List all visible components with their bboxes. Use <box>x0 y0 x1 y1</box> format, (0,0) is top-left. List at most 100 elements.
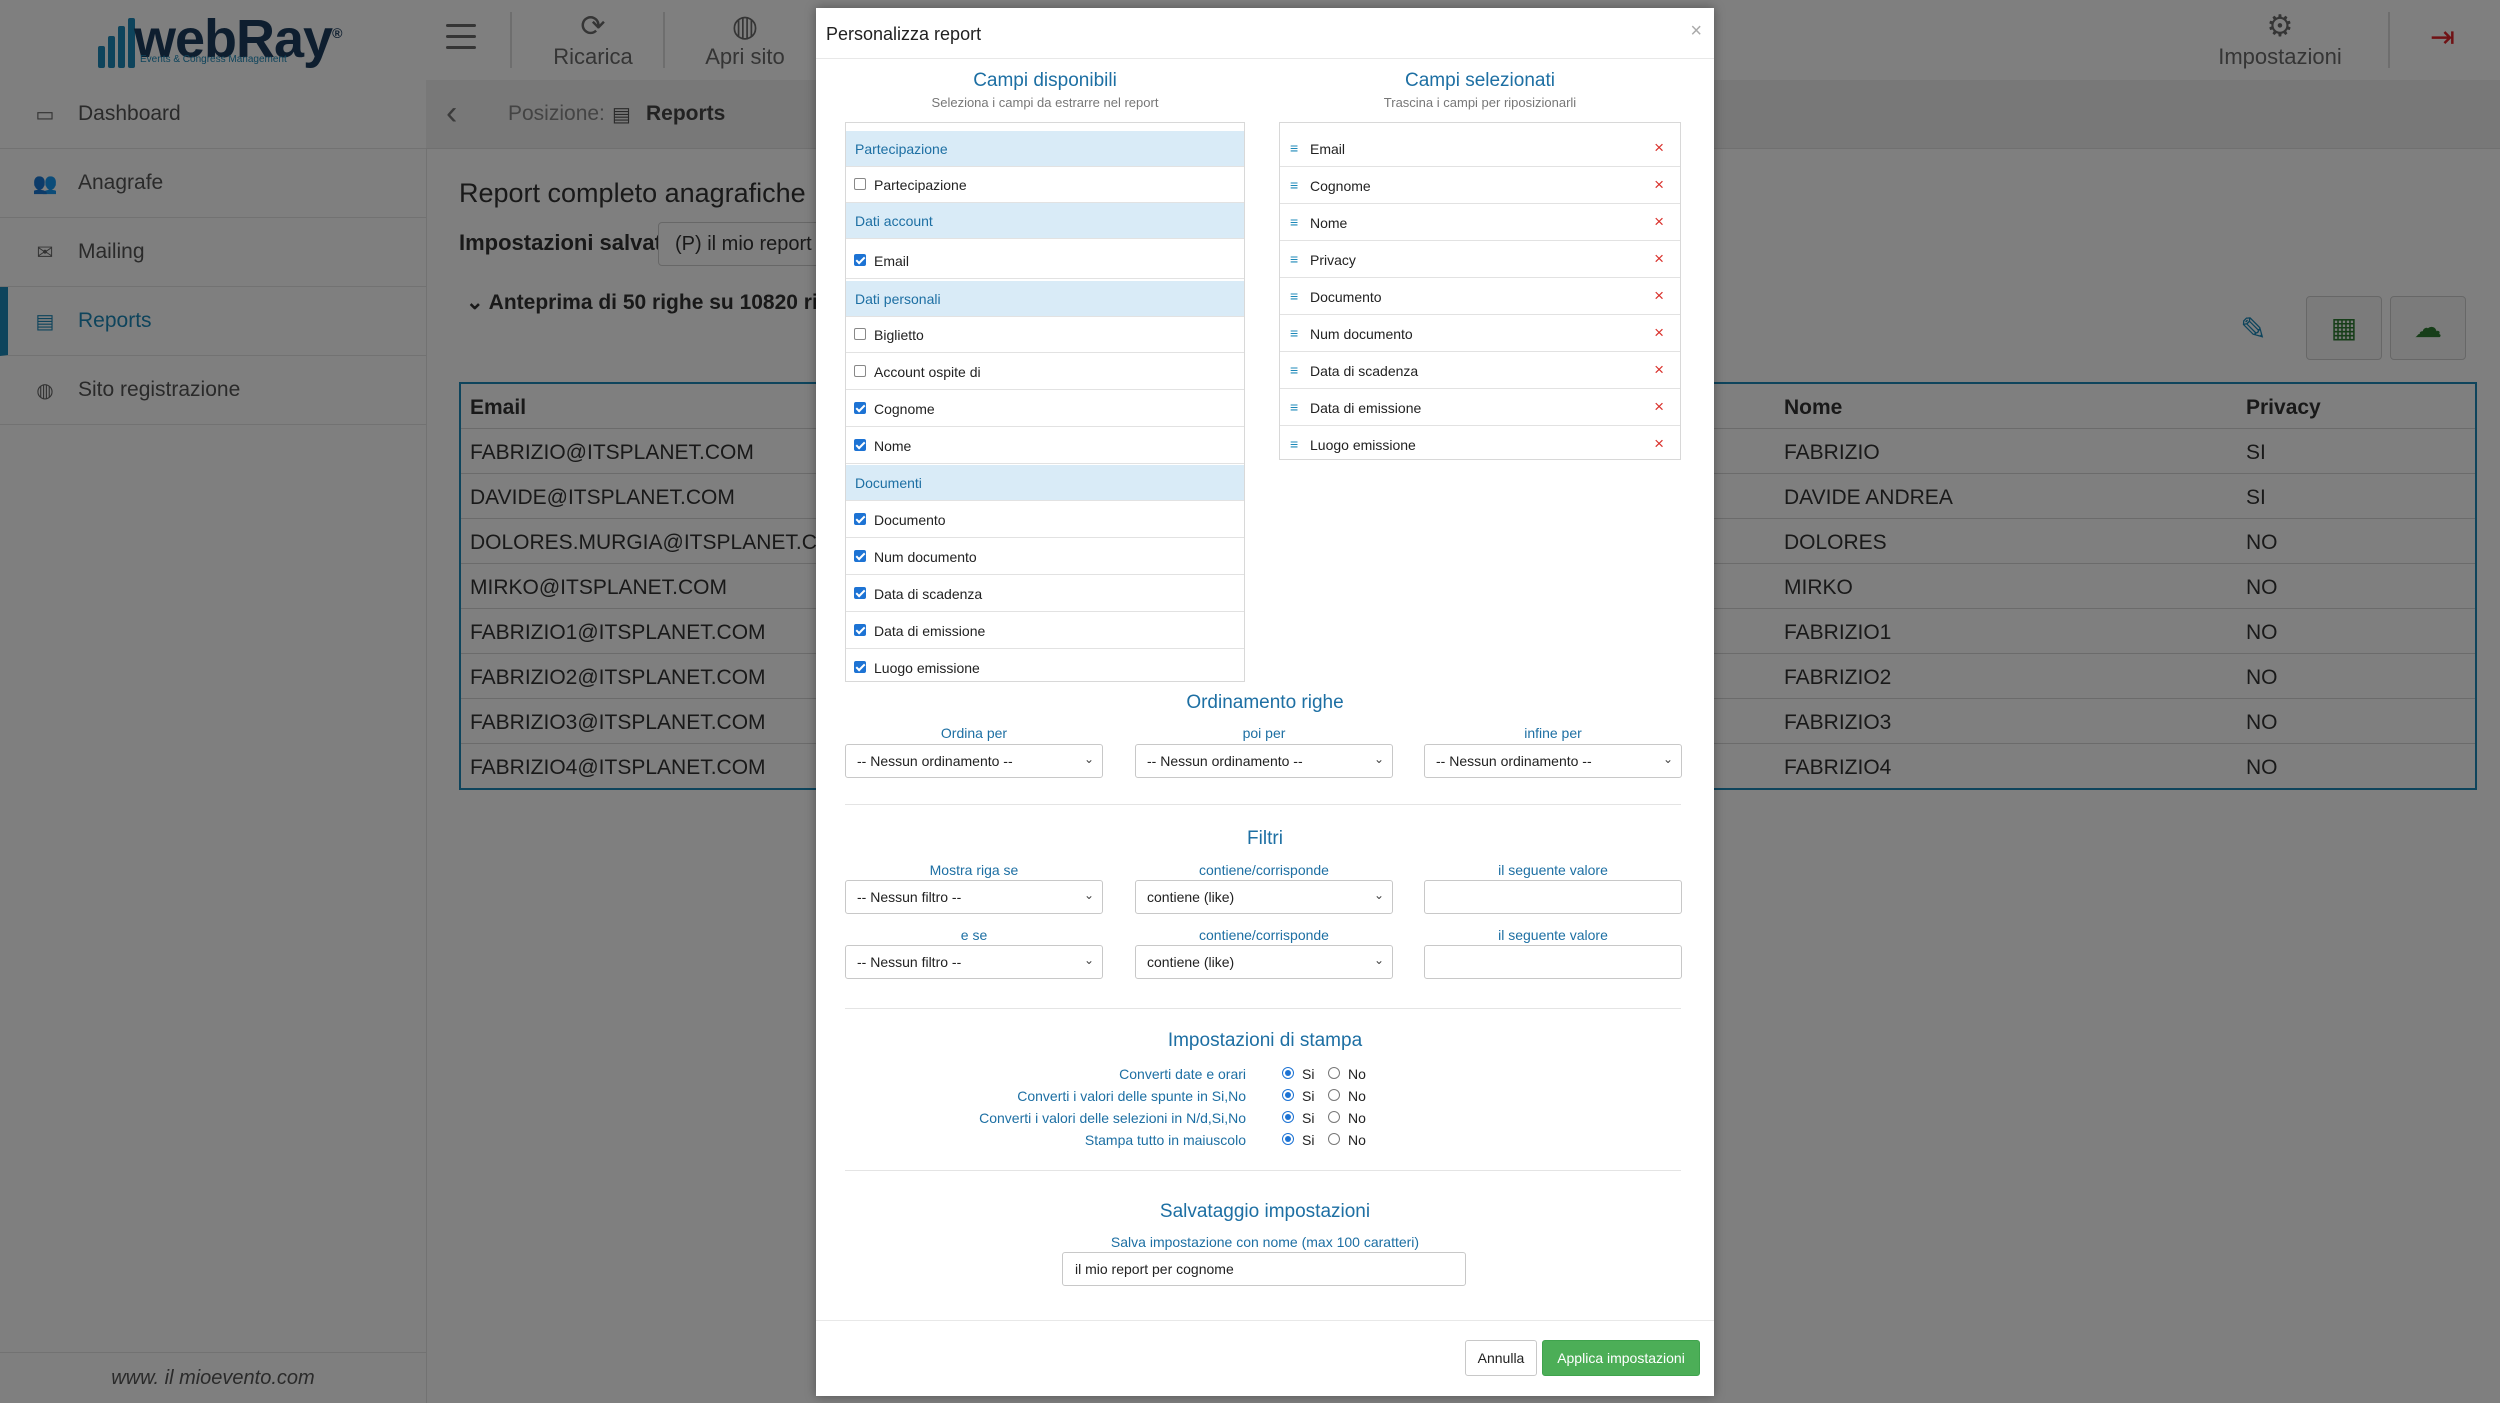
field-group-dati-account: Dati account <box>846 203 1244 239</box>
checkbox[interactable] <box>854 178 866 190</box>
filter-value-label: il seguente valore <box>1498 862 1608 878</box>
section-divider <box>845 804 1681 805</box>
radio-yes[interactable] <box>1282 1067 1294 1079</box>
save-name-input[interactable]: il mio report per cognome <box>1062 1252 1466 1286</box>
field-checkbox-nome[interactable]: Nome <box>846 428 1244 464</box>
drag-handle-icon[interactable]: ≡ <box>1290 214 1298 230</box>
section-divider <box>845 1170 1681 1171</box>
radio-yes[interactable] <box>1282 1111 1294 1123</box>
chevron-down-icon: ⌄ <box>1083 752 1094 766</box>
radio-no[interactable] <box>1328 1067 1340 1079</box>
chevron-down-icon: ⌄ <box>1662 752 1673 766</box>
remove-icon[interactable]: × <box>1654 138 1664 158</box>
radio-yes[interactable] <box>1282 1089 1294 1101</box>
field-checkbox-biglietto[interactable]: Biglietto <box>846 317 1244 353</box>
filter-field-select[interactable]: -- Nessun filtro -- ⌄ <box>845 945 1103 979</box>
chevron-down-icon: ⌄ <box>1373 888 1384 902</box>
order-by-select[interactable]: -- Nessun ordinamento -- ⌄ <box>845 744 1103 778</box>
drag-handle-icon[interactable]: ≡ <box>1290 399 1298 415</box>
remove-icon[interactable]: × <box>1654 249 1664 269</box>
print-option-dates: Converti date e orari Si No <box>1119 1066 1366 1082</box>
field-checkbox-partecipazione[interactable]: Partecipazione <box>846 167 1244 203</box>
filter-field-label: e se <box>960 927 988 943</box>
filter-field-select[interactable]: -- Nessun filtro -- ⌄ <box>845 880 1103 914</box>
checkbox[interactable] <box>854 402 866 414</box>
selected-field-item[interactable]: ≡ Luogo emissione × <box>1280 427 1680 463</box>
remove-icon[interactable]: × <box>1654 286 1664 306</box>
selected-field-item[interactable]: ≡ Cognome × <box>1280 168 1680 204</box>
field-checkbox-account-ospite[interactable]: Account ospite di <box>846 354 1244 390</box>
finally-by-select[interactable]: -- Nessun ordinamento -- ⌄ <box>1424 744 1682 778</box>
available-fields-list[interactable]: Partecipazione Partecipazione Dati accou… <box>845 122 1245 682</box>
apply-settings-button[interactable]: Applica impostazioni <box>1542 1340 1700 1376</box>
checkbox[interactable] <box>854 365 866 377</box>
checkbox[interactable] <box>854 328 866 340</box>
dialog-footer-divider <box>816 1320 1714 1321</box>
selected-fields-title: Campi selezionati <box>1405 70 1555 91</box>
available-fields-subtitle: Seleziona i campi da estrarre nel report <box>931 95 1159 110</box>
checkbox[interactable] <box>854 254 866 266</box>
field-group-dati-personali: Dati personali <box>846 281 1244 317</box>
print-option-selections: Converti i valori delle selezioni in N/d… <box>979 1110 1366 1126</box>
remove-icon[interactable]: × <box>1654 212 1664 232</box>
filter-value-input[interactable] <box>1424 880 1682 914</box>
then-by-label: poi per <box>1242 725 1286 741</box>
remove-icon[interactable]: × <box>1654 397 1664 417</box>
checkbox[interactable] <box>854 624 866 636</box>
filter-value-input[interactable] <box>1424 945 1682 979</box>
filter-operator-label: contiene/corrisponde <box>1199 862 1329 878</box>
field-checkbox-documento[interactable]: Documento <box>846 502 1244 538</box>
remove-icon[interactable]: × <box>1654 360 1664 380</box>
drag-handle-icon[interactable]: ≡ <box>1290 177 1298 193</box>
radio-yes[interactable] <box>1282 1133 1294 1145</box>
available-fields-title: Campi disponibili <box>973 70 1117 91</box>
filter-operator-select[interactable]: contiene (like) ⌄ <box>1135 945 1393 979</box>
remove-icon[interactable]: × <box>1654 323 1664 343</box>
checkbox[interactable] <box>854 550 866 562</box>
drag-handle-icon[interactable]: ≡ <box>1290 140 1298 156</box>
checkbox[interactable] <box>854 587 866 599</box>
field-checkbox-luogo-emissione[interactable]: Luogo emissione <box>846 650 1244 681</box>
field-checkbox-data-emissione[interactable]: Data di emissione <box>846 613 1244 649</box>
order-by-label: Ordina per <box>940 725 1008 741</box>
radio-no[interactable] <box>1328 1111 1340 1123</box>
field-checkbox-email[interactable]: Email <box>846 243 1244 279</box>
selected-field-item[interactable]: ≡ Num documento × <box>1280 316 1680 352</box>
field-checkbox-data-scadenza[interactable]: Data di scadenza <box>846 576 1244 612</box>
checkbox[interactable] <box>854 439 866 451</box>
filter-field-label: Mostra riga se <box>929 862 1019 878</box>
selected-field-item[interactable]: ≡ Data di scadenza × <box>1280 353 1680 389</box>
selected-field-item[interactable]: ≡ Documento × <box>1280 279 1680 315</box>
checkbox[interactable] <box>854 513 866 525</box>
selected-field-item[interactable]: ≡ Privacy × <box>1280 242 1680 278</box>
close-icon[interactable]: × <box>1690 20 1702 43</box>
selected-field-item[interactable]: ≡ Email × <box>1280 131 1680 167</box>
filter-operator-select[interactable]: contiene (like) ⌄ <box>1135 880 1393 914</box>
remove-icon[interactable]: × <box>1654 175 1664 195</box>
field-checkbox-cognome[interactable]: Cognome <box>846 391 1244 427</box>
drag-handle-icon[interactable]: ≡ <box>1290 288 1298 304</box>
checkbox[interactable] <box>854 661 866 673</box>
filter-operator-label: contiene/corrisponde <box>1199 927 1329 943</box>
field-checkbox-num-documento[interactable]: Num documento <box>846 539 1244 575</box>
finally-by-label: infine per <box>1524 725 1582 741</box>
then-by-select[interactable]: -- Nessun ordinamento -- ⌄ <box>1135 744 1393 778</box>
drag-handle-icon[interactable]: ≡ <box>1290 325 1298 341</box>
filters-title: Filtri <box>1247 828 1283 849</box>
cancel-button[interactable]: Annulla <box>1465 1340 1537 1376</box>
filter-value-label: il seguente valore <box>1498 927 1608 943</box>
selected-fields-list[interactable]: ≡ Email × ≡ Cognome × ≡ Nome × ≡ Privacy × ≡ Docu… <box>1279 122 1681 460</box>
save-name-label: Salva impostazione con nome (max 100 car… <box>1110 1234 1420 1250</box>
selected-field-item[interactable]: ≡ Data di emissione × <box>1280 390 1680 426</box>
drag-handle-icon[interactable]: ≡ <box>1290 436 1298 452</box>
print-option-uppercase: Stampa tutto in maiuscolo Si No <box>1084 1132 1366 1148</box>
chevron-down-icon: ⌄ <box>1373 953 1384 967</box>
selected-field-item[interactable]: ≡ Nome × <box>1280 205 1680 241</box>
radio-no[interactable] <box>1328 1089 1340 1101</box>
radio-no[interactable] <box>1328 1133 1340 1145</box>
dialog-header-divider <box>816 58 1714 59</box>
drag-handle-icon[interactable]: ≡ <box>1290 362 1298 378</box>
drag-handle-icon[interactable]: ≡ <box>1290 251 1298 267</box>
remove-icon[interactable]: × <box>1654 434 1664 454</box>
field-group-partecipazione: Partecipazione <box>846 131 1244 167</box>
